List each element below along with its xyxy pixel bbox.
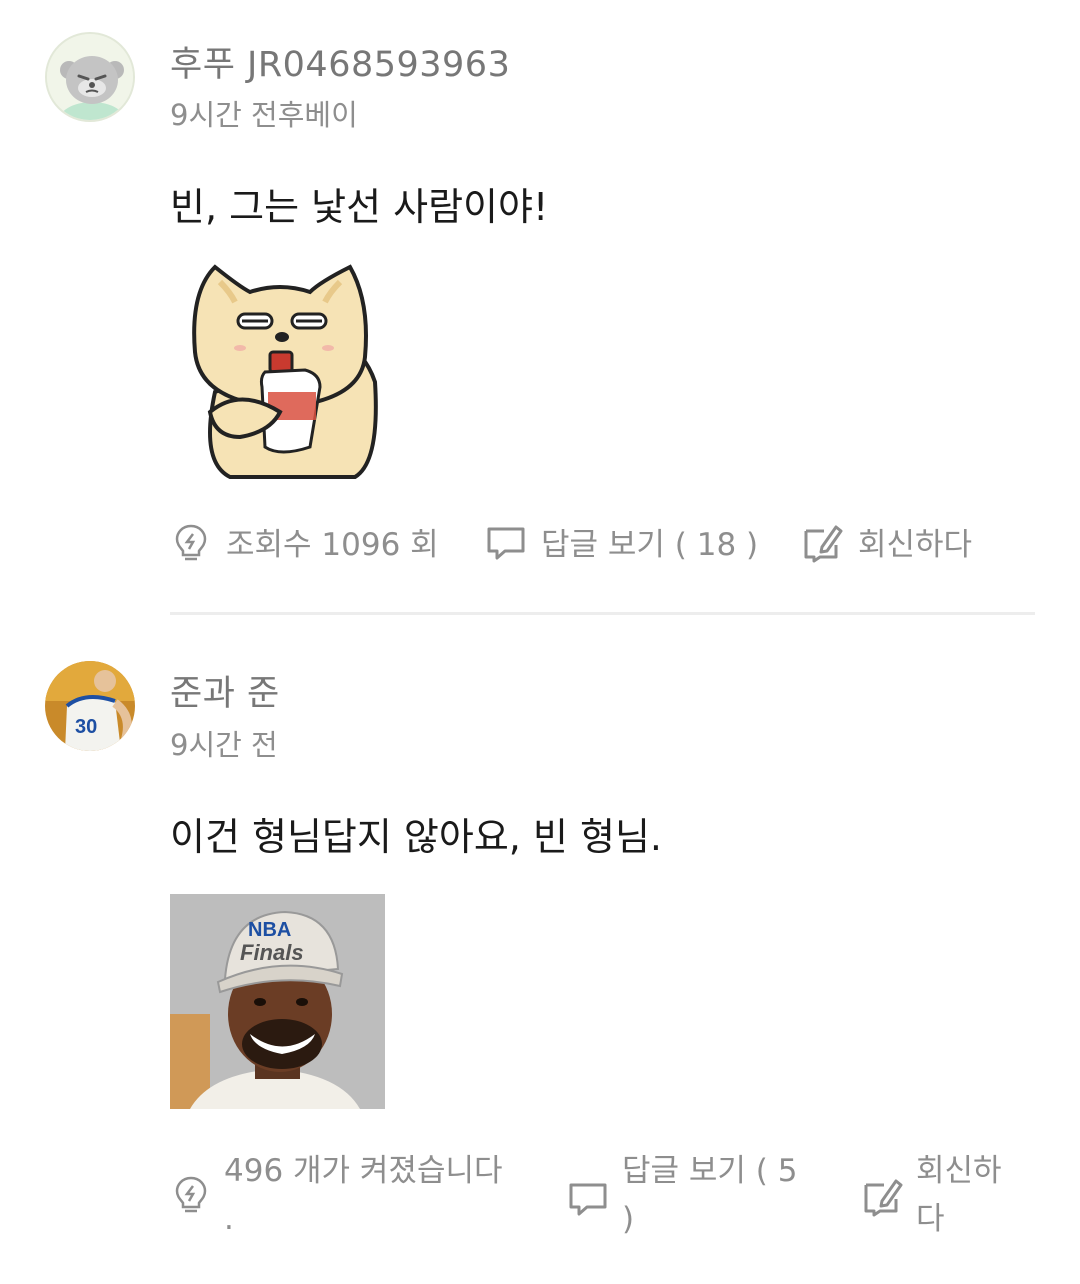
edit-icon <box>862 1175 904 1217</box>
comment-author[interactable]: 준과 준 <box>170 665 280 716</box>
reply-label-line: 회신하 <box>916 1153 1002 1189</box>
comment-sticker-image[interactable]: NBA Finals <box>170 894 385 1109</box>
svg-text:30: 30 <box>75 716 97 738</box>
speech-bubble-icon <box>485 521 527 563</box>
grumpy-face-avatar-icon <box>47 34 133 120</box>
comment-author[interactable]: 후푸 JR0468593963 <box>170 36 510 87</box>
comment-item: 후푸 JR0468593963 9시간 전후베이 빈, 그는 낯선 사람이야! <box>0 0 1080 612</box>
view-replies-button[interactable]: 답글 보기 ( 18 ) <box>485 519 758 564</box>
edit-icon <box>802 521 844 563</box>
dog-drinking-sticker-icon <box>192 264 378 479</box>
view-replies-button[interactable] <box>567 1177 623 1219</box>
nba-finals-cap-photo-icon: NBA Finals <box>170 894 385 1109</box>
lightbulb-icon <box>170 1173 212 1215</box>
svg-text:NBA: NBA <box>248 919 291 941</box>
reply-label: 회신하다 <box>858 527 973 563</box>
view-replies-label-line: ) <box>622 1201 635 1237</box>
comment-text: 빈, 그는 낯선 사람이야! <box>170 185 549 229</box>
reply-label-line: 다 <box>916 1201 945 1237</box>
svg-text:Finals: Finals <box>240 940 304 965</box>
views-count-label: 496 개가 켜졌습니다 . <box>224 1147 503 1243</box>
reply-label[interactable]: 회신하 다 <box>916 1147 1002 1243</box>
lightbulb-icon <box>170 521 212 563</box>
comment-sticker-image[interactable] <box>170 262 385 479</box>
views-count-label-line: . <box>224 1201 234 1237</box>
comment-item: 30 준과 준 9시간 전 이건 형님답지 않아요, 빈 형님. NBA Fin… <box>0 615 1080 1284</box>
avatar[interactable] <box>45 32 135 122</box>
reply-button[interactable]: 회신하다 <box>802 519 972 564</box>
view-replies-label: 답글 보기 ( 18 ) <box>541 527 759 563</box>
views-count-label: 조회수 1096 회 <box>226 527 439 563</box>
views-count <box>170 1173 226 1215</box>
comment-meta: 9시간 전후베이 <box>170 98 358 132</box>
speech-bubble-icon <box>567 1177 609 1219</box>
view-replies-label[interactable]: 답글 보기 ( 5 ) <box>622 1147 797 1243</box>
view-replies-label-line: 답글 보기 ( 5 <box>622 1153 798 1189</box>
views-count-label-line: 496 개가 켜졌습니다 <box>224 1153 503 1189</box>
basketball-player-avatar-icon: 30 <box>45 661 135 751</box>
comment-meta: 9시간 전 <box>170 728 278 762</box>
avatar[interactable]: 30 <box>45 661 135 751</box>
views-count: 조회수 1096 회 <box>170 519 439 564</box>
reply-button[interactable] <box>862 1175 918 1217</box>
comment-text: 이건 형님답지 않아요, 빈 형님. <box>170 815 662 859</box>
